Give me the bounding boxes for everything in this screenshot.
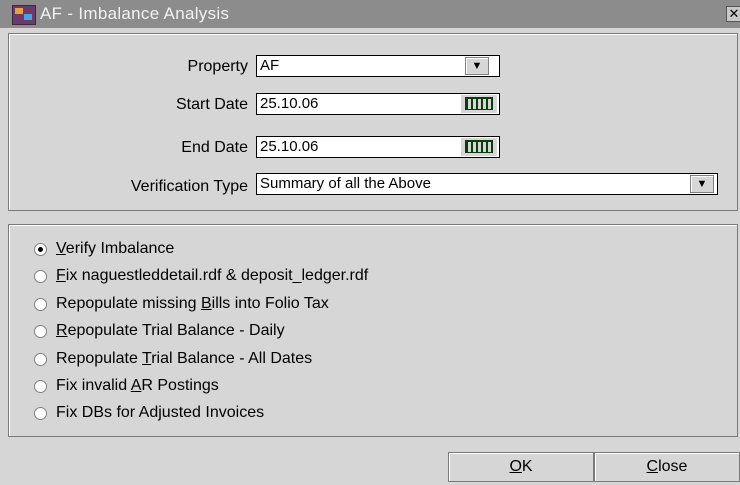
calendar-icon-grid (465, 98, 493, 110)
start-date-value: 25.10.06 (260, 95, 319, 112)
verification-type-label: Verification Type (130, 178, 248, 195)
title-bar: AF - Imbalance Analysis ✕ (0, 0, 740, 28)
verification-type-value: Summary of all the Above (260, 175, 431, 192)
radio-icon[interactable] (34, 353, 47, 366)
property-field[interactable]: AF (256, 55, 500, 77)
property-value: AF (260, 57, 280, 74)
end-date-label: End Date (181, 139, 248, 156)
chevron-down-icon: ▼ (471, 60, 483, 72)
property-label: Property (187, 58, 248, 75)
radio-selected-icon[interactable] (34, 243, 47, 256)
radio-icon[interactable] (34, 298, 47, 311)
chevron-down-icon: ▼ (696, 178, 708, 190)
close-window-button[interactable]: ✕ (726, 6, 740, 22)
verification-type-select[interactable]: Summary of all the Above (256, 173, 718, 195)
window-title: AF - Imbalance Analysis (40, 4, 230, 23)
end-date-calendar-button[interactable] (461, 138, 497, 156)
radio-icon[interactable] (34, 270, 47, 283)
property-dropdown-button[interactable]: ▼ (465, 57, 489, 75)
end-date-value: 25.10.06 (260, 138, 319, 155)
start-date-label: Start Date (175, 96, 248, 113)
close-button[interactable]: Close (594, 452, 740, 482)
verification-type-dropdown-button[interactable]: ▼ (690, 175, 714, 193)
radio-icon[interactable] (34, 325, 47, 338)
app-icon (12, 5, 36, 25)
ok-button[interactable]: OK (448, 452, 594, 482)
start-date-calendar-button[interactable] (461, 95, 497, 113)
calendar-icon-grid (465, 141, 493, 153)
radio-icon[interactable] (34, 380, 47, 393)
radio-icon[interactable] (34, 407, 47, 420)
